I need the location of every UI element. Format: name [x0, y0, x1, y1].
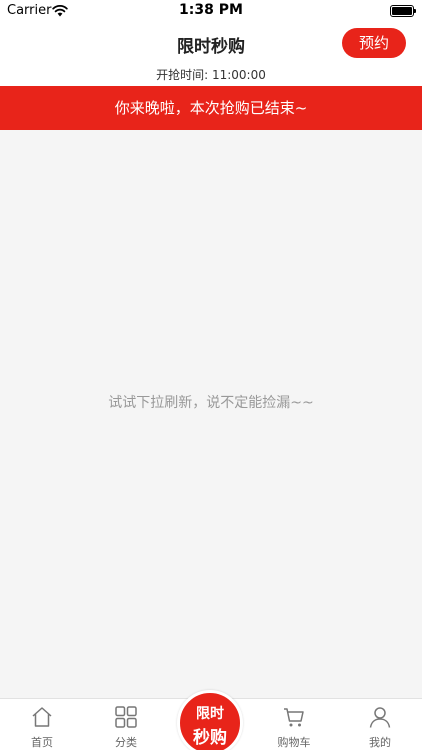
tab-mine[interactable]: 我的	[338, 699, 422, 750]
tab-cart[interactable]: 购物车	[252, 699, 336, 750]
tab-cart-label: 购物车	[277, 736, 311, 749]
tab-category[interactable]: 分类	[84, 699, 168, 750]
tab-flash-sale[interactable]: 限时 秒购	[177, 690, 243, 750]
grid-icon	[115, 706, 137, 728]
tab-category-label: 分类	[115, 736, 137, 749]
product-list-area[interactable]: 试试下拉刷新，说不定能捡漏~~	[0, 130, 422, 698]
user-icon	[369, 707, 391, 728]
status-bar: Carrier 1:38 PM	[0, 0, 422, 22]
home-icon	[32, 707, 52, 727]
clock: 1:38 PM	[179, 2, 243, 18]
sale-ended-banner: 你来晚啦，本次抢购已结束~	[0, 86, 422, 130]
tab-home-label: 首页	[31, 736, 53, 749]
cart-icon	[284, 708, 304, 727]
battery-icon	[390, 5, 416, 17]
tab-mine-label: 我的	[369, 736, 391, 749]
start-time-label: 开抢时间: 11:00:00	[0, 64, 422, 86]
reserve-button[interactable]: 预约	[342, 28, 406, 58]
tab-home[interactable]: 首页	[0, 699, 84, 750]
empty-state-hint: 试试下拉刷新，说不定能捡漏~~	[108, 395, 314, 411]
navigation-bar: 限时秒购 预约	[0, 22, 422, 64]
flash-sale-line1: 限时	[196, 706, 224, 722]
flash-sale-line2: 秒购	[193, 728, 227, 748]
